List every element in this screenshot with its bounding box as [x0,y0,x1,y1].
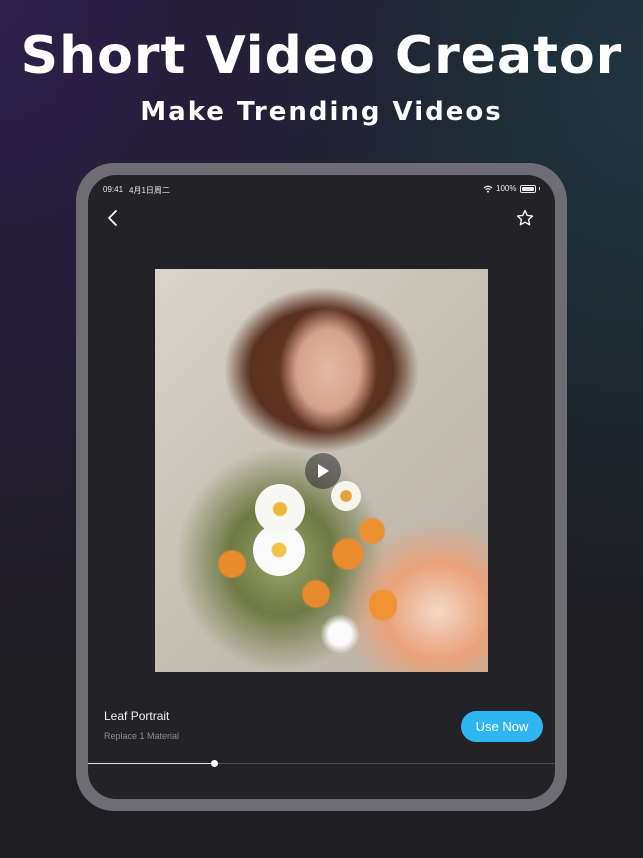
star-outline-icon [516,209,534,226]
preview-flower [320,614,360,654]
tablet-frame: 09:41 4月1日周二 100% Leaf Portrait Replace … [76,163,567,811]
preview-flower [301,579,331,609]
status-bar: 09:41 4月1日周二 100% [103,183,540,197]
preview-flower [369,585,397,625]
back-button[interactable] [104,207,124,229]
battery-percent: 100% [496,184,517,193]
preview-flower [217,549,247,579]
favorite-button[interactable] [515,208,535,228]
status-time: 09:41 [103,185,124,194]
wifi-icon [483,185,493,193]
playback-progress-bar[interactable] [88,760,555,767]
template-name: Leaf Portrait [104,709,170,723]
status-date: 4月1日周二 [129,186,170,195]
preview-flower [331,537,365,571]
promo-title: Short Video Creator [20,26,623,86]
video-preview[interactable] [155,269,488,672]
app-screen: 09:41 4月1日周二 100% Leaf Portrait Replace … [88,175,555,799]
play-icon [318,464,329,478]
preview-flower [255,484,305,534]
playback-scrubber[interactable] [210,760,218,767]
status-indicators: 100% [483,184,540,193]
use-now-button[interactable]: Use Now [461,711,543,742]
chevron-left-icon [108,210,117,226]
preview-flower [358,517,386,545]
preview-flower [331,481,361,511]
play-button[interactable] [305,453,341,489]
promo-subtitle: Make Trending Videos [140,97,503,127]
battery-icon [519,184,536,193]
playback-progress-fill [88,763,215,764]
template-description: Replace 1 Material [104,731,180,741]
